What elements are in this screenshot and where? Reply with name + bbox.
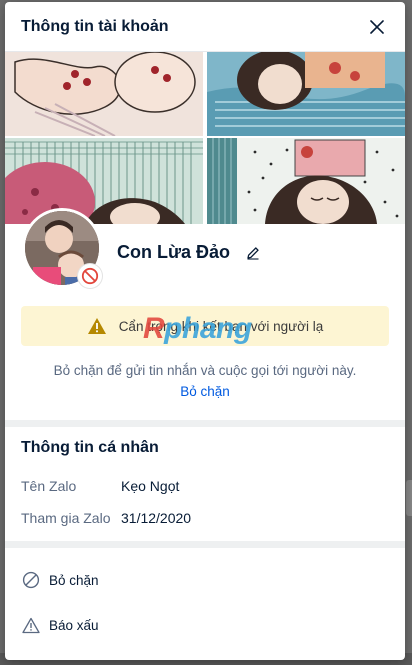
- warning-triangle-icon: [87, 318, 106, 334]
- close-icon: [370, 19, 384, 34]
- section-divider: [5, 541, 405, 548]
- unblock-link[interactable]: Bỏ chặn: [5, 384, 405, 399]
- blocked-status-badge: [78, 264, 102, 288]
- edit-name-button[interactable]: [244, 244, 262, 262]
- modal-title: Thông tin tài khoản: [21, 17, 169, 35]
- unblock-action-label: Bỏ chặn: [49, 572, 99, 588]
- personal-info-title: Thông tin cá nhân: [21, 439, 159, 456]
- info-label: Tham gia Zalo: [21, 510, 111, 526]
- cover-photo[interactable]: [5, 52, 405, 224]
- info-value: 31/12/2020: [121, 510, 192, 526]
- block-icon: [21, 570, 41, 590]
- unblock-action[interactable]: Bỏ chặn: [21, 570, 99, 590]
- warning-triangle-icon: [21, 615, 41, 635]
- account-info-modal: Thông tin tài khoản Con Lừa Đảo Cẩn trọn…: [5, 2, 405, 660]
- display-name: Con Lừa Đảo: [117, 242, 231, 262]
- name-row: Con Lừa Đảo: [117, 242, 262, 263]
- profile-section: Con Lừa Đảo Cẩn trọng khi kết bạn với ng…: [5, 208, 405, 420]
- background-scroll-handle: [406, 480, 412, 516]
- warning-text: Cẩn trọng khi kết bạn với người lạ: [118, 318, 324, 334]
- info-value: Kẹo Ngọt: [121, 478, 180, 494]
- report-action-label: Báo xấu: [49, 617, 99, 633]
- close-button[interactable]: [365, 15, 389, 39]
- stranger-warning-banner: Cẩn trọng khi kết bạn với người lạ: [21, 306, 389, 346]
- report-action[interactable]: Báo xấu: [21, 615, 99, 635]
- block-icon: [81, 267, 99, 285]
- info-row-join-date: Tham gia Zalo 31/12/2020: [21, 510, 191, 526]
- unblock-hint-text: Bỏ chặn để gửi tin nhắn và cuộc gọi tới …: [53, 363, 357, 378]
- pencil-icon: [247, 246, 259, 260]
- personal-info-section: Thông tin cá nhân Tên Zalo Kẹo Ngọt Tham…: [5, 427, 405, 541]
- modal-header: Thông tin tài khoản: [5, 2, 405, 52]
- section-divider: [5, 420, 405, 427]
- info-row-zalo-name: Tên Zalo Kẹo Ngọt: [21, 478, 179, 494]
- info-label: Tên Zalo: [21, 478, 77, 494]
